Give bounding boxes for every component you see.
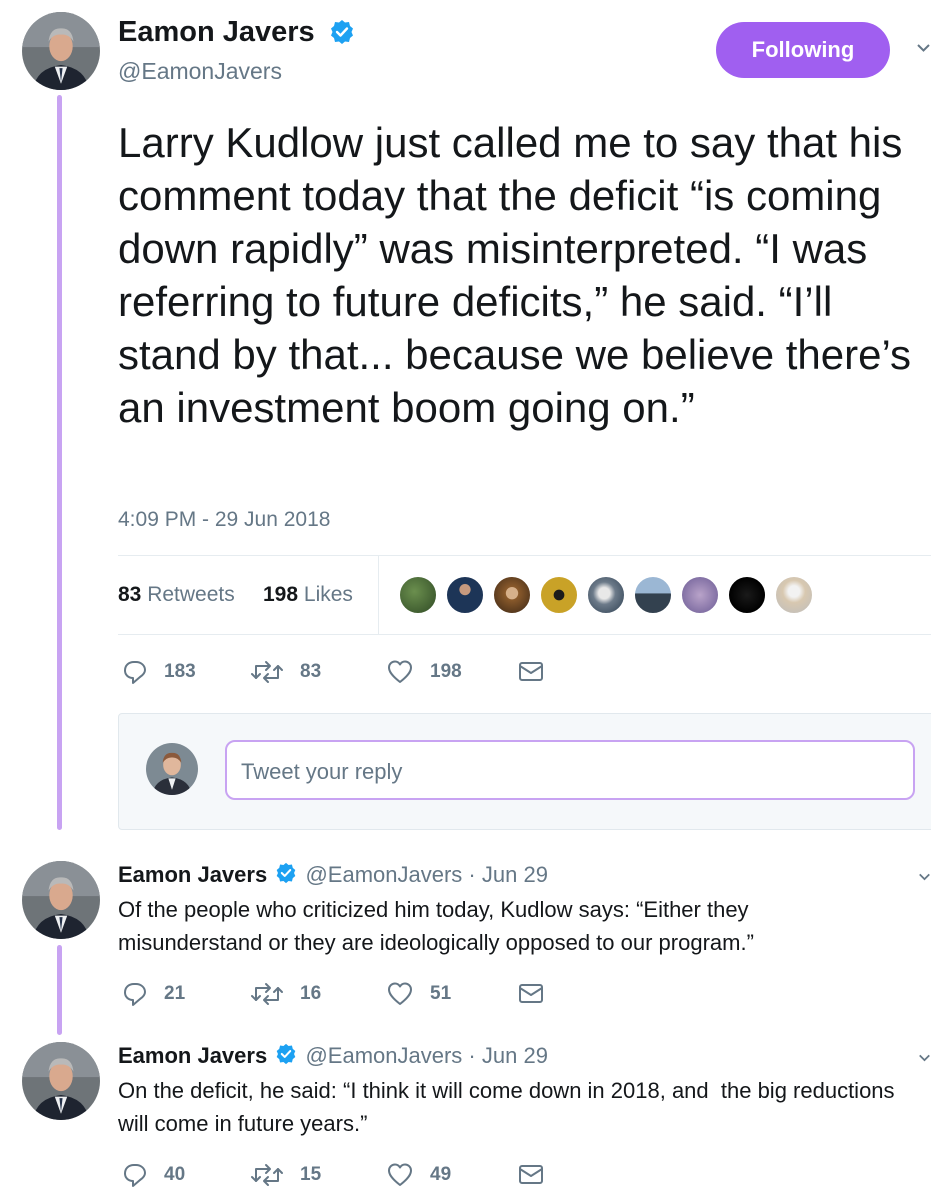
reply-count: 183 bbox=[164, 661, 196, 682]
tweet-text: Larry Kudlow just called me to say that … bbox=[118, 119, 923, 431]
reply-author-name[interactable]: Eamon Javers bbox=[118, 1043, 267, 1068]
reply-button[interactable]: 183 bbox=[122, 659, 196, 685]
liker-avatar[interactable] bbox=[680, 575, 720, 615]
current-user-avatar bbox=[146, 743, 198, 795]
reply-header: Eamon Javers @EamonJavers · Jun 29 bbox=[118, 1043, 548, 1069]
liker-avatar[interactable] bbox=[398, 575, 438, 615]
liker-avatar[interactable] bbox=[539, 575, 579, 615]
reply-count: 21 bbox=[164, 983, 186, 1004]
chevron-down-icon[interactable] bbox=[916, 40, 931, 60]
author-name[interactable]: Eamon Javers bbox=[118, 16, 315, 49]
reply-button[interactable]: 21 bbox=[122, 981, 185, 1007]
reply-separator: · bbox=[468, 1043, 476, 1068]
retweets-label: Retweets bbox=[147, 583, 235, 606]
message-icon bbox=[519, 984, 543, 1003]
retweet-icon bbox=[251, 1164, 283, 1186]
liker-avatar[interactable] bbox=[633, 575, 673, 615]
like-button[interactable]: 51 bbox=[386, 981, 451, 1007]
liker-avatar[interactable] bbox=[774, 575, 814, 615]
reply-author-handle[interactable]: @EamonJavers bbox=[305, 862, 462, 887]
reply-author-avatar[interactable] bbox=[22, 1042, 100, 1120]
reply-author-avatar[interactable] bbox=[22, 861, 100, 939]
direct-message-button[interactable] bbox=[517, 981, 561, 1007]
likes-stat[interactable]: 198 Likes bbox=[263, 583, 353, 607]
liker-avatar[interactable] bbox=[586, 575, 626, 615]
author-handle[interactable]: @EamonJavers bbox=[118, 58, 282, 85]
reply-icon bbox=[124, 983, 146, 1006]
like-button[interactable]: 49 bbox=[386, 1162, 451, 1188]
reply-text: On the deficit, he said: “I think it wil… bbox=[118, 1078, 901, 1136]
retweet-count: 16 bbox=[300, 983, 322, 1004]
reply-separator: · bbox=[468, 862, 476, 887]
divider bbox=[118, 634, 931, 635]
like-icon bbox=[388, 660, 412, 683]
retweet-count: 83 bbox=[300, 661, 322, 682]
retweet-icon bbox=[251, 983, 283, 1005]
reply-icon bbox=[124, 661, 146, 684]
direct-message-button[interactable] bbox=[517, 1162, 561, 1188]
retweets-stat[interactable]: 83 Retweets bbox=[118, 583, 235, 607]
verified-badge-icon bbox=[276, 862, 297, 885]
retweet-icon bbox=[251, 661, 283, 683]
reply-input[interactable]: Tweet your reply bbox=[225, 740, 915, 800]
like-icon bbox=[388, 982, 412, 1005]
retweet-button[interactable]: 83 bbox=[250, 659, 321, 685]
reply-header: Eamon Javers @EamonJavers · Jun 29 bbox=[118, 862, 548, 888]
chevron-down-icon[interactable] bbox=[918, 1051, 931, 1069]
reply-count: 40 bbox=[164, 1164, 186, 1185]
like-count: 49 bbox=[430, 1164, 452, 1185]
retweets-count: 83 bbox=[118, 583, 142, 606]
message-icon bbox=[519, 1165, 543, 1184]
divider bbox=[118, 555, 931, 556]
liker-avatar[interactable] bbox=[727, 575, 767, 615]
following-button[interactable]: Following bbox=[716, 22, 890, 78]
reply-date[interactable]: Jun 29 bbox=[482, 1043, 548, 1068]
direct-message-button[interactable] bbox=[517, 659, 561, 685]
reply-button[interactable]: 40 bbox=[122, 1162, 185, 1188]
like-count: 198 bbox=[430, 661, 462, 682]
reply-text: Of the people who criticized him today, … bbox=[118, 897, 754, 955]
reply-author-name[interactable]: Eamon Javers bbox=[118, 862, 267, 887]
reply-author-handle[interactable]: @EamonJavers bbox=[305, 1043, 462, 1068]
likes-label: Likes bbox=[303, 583, 353, 606]
liker-avatar[interactable] bbox=[445, 575, 485, 615]
thread-line bbox=[57, 945, 62, 1035]
retweet-button[interactable]: 15 bbox=[250, 1162, 321, 1188]
message-icon bbox=[519, 662, 543, 681]
like-count: 51 bbox=[430, 983, 452, 1004]
liker-avatar[interactable] bbox=[492, 575, 532, 615]
like-button[interactable]: 198 bbox=[386, 659, 462, 685]
verified-badge-icon bbox=[329, 18, 355, 50]
reply-icon bbox=[124, 1164, 146, 1187]
like-icon bbox=[388, 1163, 412, 1186]
likes-count: 198 bbox=[263, 583, 299, 606]
stats-separator bbox=[378, 556, 379, 634]
retweet-count: 15 bbox=[300, 1164, 322, 1185]
tweet-timestamp[interactable]: 4:09 PM - 29 Jun 2018 bbox=[118, 508, 330, 532]
author-avatar[interactable] bbox=[22, 12, 100, 90]
reply-date[interactable]: Jun 29 bbox=[482, 862, 548, 887]
retweet-button[interactable]: 16 bbox=[250, 981, 321, 1007]
chevron-down-icon[interactable] bbox=[918, 870, 931, 888]
verified-badge-icon bbox=[276, 1043, 297, 1066]
thread-line bbox=[57, 95, 62, 830]
